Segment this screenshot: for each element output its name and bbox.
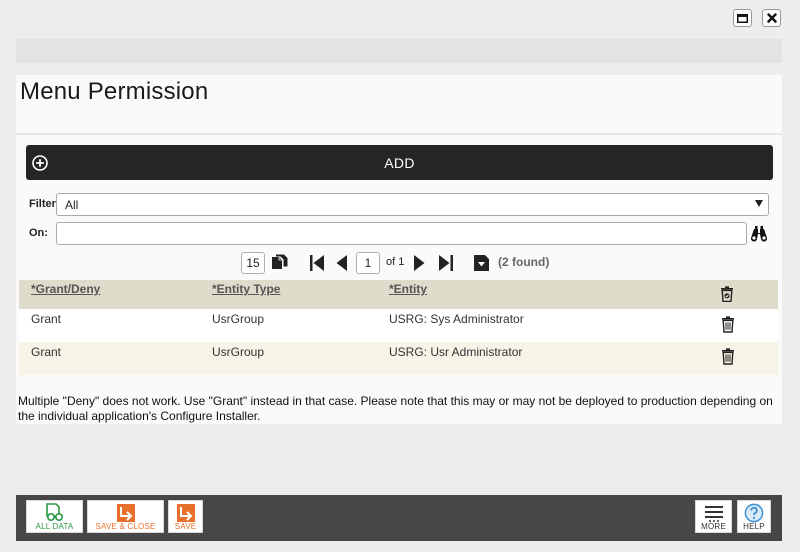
- close-button[interactable]: [762, 9, 781, 27]
- binoculars-search-icon[interactable]: [750, 225, 768, 242]
- page-count-text: of 1: [386, 256, 405, 268]
- dropdown-caret-icon: [755, 200, 763, 207]
- filter-select[interactable]: All: [56, 193, 769, 216]
- on-label: On:: [29, 227, 48, 239]
- maximize-icon: [737, 13, 748, 23]
- copy-pages-icon[interactable]: [271, 254, 289, 272]
- page-title: Menu Permission: [20, 78, 209, 105]
- on-input[interactable]: [56, 222, 747, 245]
- export-icon[interactable]: [473, 254, 490, 272]
- next-page-icon[interactable]: [413, 254, 426, 272]
- column-header-entity[interactable]: *Entity: [389, 282, 427, 296]
- top-strip: [16, 39, 782, 63]
- current-page-input[interactable]: 1: [356, 252, 380, 274]
- add-button[interactable]: ADD: [26, 145, 773, 180]
- column-header-entity-type[interactable]: *Entity Type: [212, 282, 280, 296]
- help-label: HELP: [743, 522, 765, 531]
- cell-grant-deny: Grant: [31, 345, 62, 359]
- column-header-grant-deny[interactable]: *Grant/Deny: [31, 282, 100, 296]
- cell-entity: USRG: Usr Administrator: [389, 345, 523, 359]
- save-close-label: SAVE & CLOSE: [95, 522, 156, 531]
- filter-selected-value: All: [65, 198, 79, 212]
- delete-row-icon[interactable]: [721, 348, 735, 365]
- add-button-label: ADD: [384, 154, 415, 171]
- save-icon: [176, 504, 195, 522]
- help-icon: [744, 503, 764, 523]
- cell-entity-type: UsrGroup: [212, 345, 265, 359]
- delete-row-icon[interactable]: [721, 316, 735, 333]
- delete-all-icon[interactable]: [720, 286, 734, 302]
- cell-grant-deny: Grant: [31, 312, 62, 326]
- cell-entity: USRG: Sys Administrator: [389, 312, 524, 326]
- save-label: SAVE: [174, 522, 197, 531]
- save-close-button[interactable]: SAVE & CLOSE: [87, 500, 164, 533]
- all-data-icon: [45, 503, 63, 522]
- info-note: Multiple "Deny" does not work. Use "Gran…: [18, 394, 773, 423]
- more-label: MORE: [701, 522, 726, 531]
- more-button[interactable]: MORE: [695, 500, 732, 533]
- bottom-toolbar: ALL DATA SAVE & CLOSE SAVE MORE HELP: [16, 495, 782, 541]
- cell-entity-type: UsrGroup: [212, 312, 265, 326]
- save-button[interactable]: SAVE: [168, 500, 203, 533]
- close-icon: [766, 13, 777, 23]
- all-data-button[interactable]: ALL DATA: [26, 500, 83, 533]
- previous-page-icon[interactable]: [335, 254, 348, 272]
- filter-label: Filter:: [29, 198, 60, 210]
- page-size-input[interactable]: 15: [241, 252, 265, 274]
- plus-circle-icon: [32, 155, 48, 171]
- table-row[interactable]: Grant UsrGroup USRG: Sys Administrator: [19, 309, 778, 342]
- found-count: (2 found): [498, 255, 550, 269]
- save-close-icon: [116, 504, 135, 522]
- title-divider: [16, 133, 782, 135]
- maximize-button[interactable]: [733, 9, 752, 27]
- all-data-label: ALL DATA: [35, 522, 74, 531]
- grid-header: *Grant/Deny *Entity Type *Entity: [19, 280, 778, 309]
- first-page-icon[interactable]: [309, 254, 325, 272]
- help-button[interactable]: HELP: [737, 500, 771, 533]
- table-row[interactable]: Grant UsrGroup USRG: Usr Administrator: [19, 342, 778, 375]
- menu-lines-icon: [704, 506, 723, 522]
- last-page-icon[interactable]: [438, 254, 454, 272]
